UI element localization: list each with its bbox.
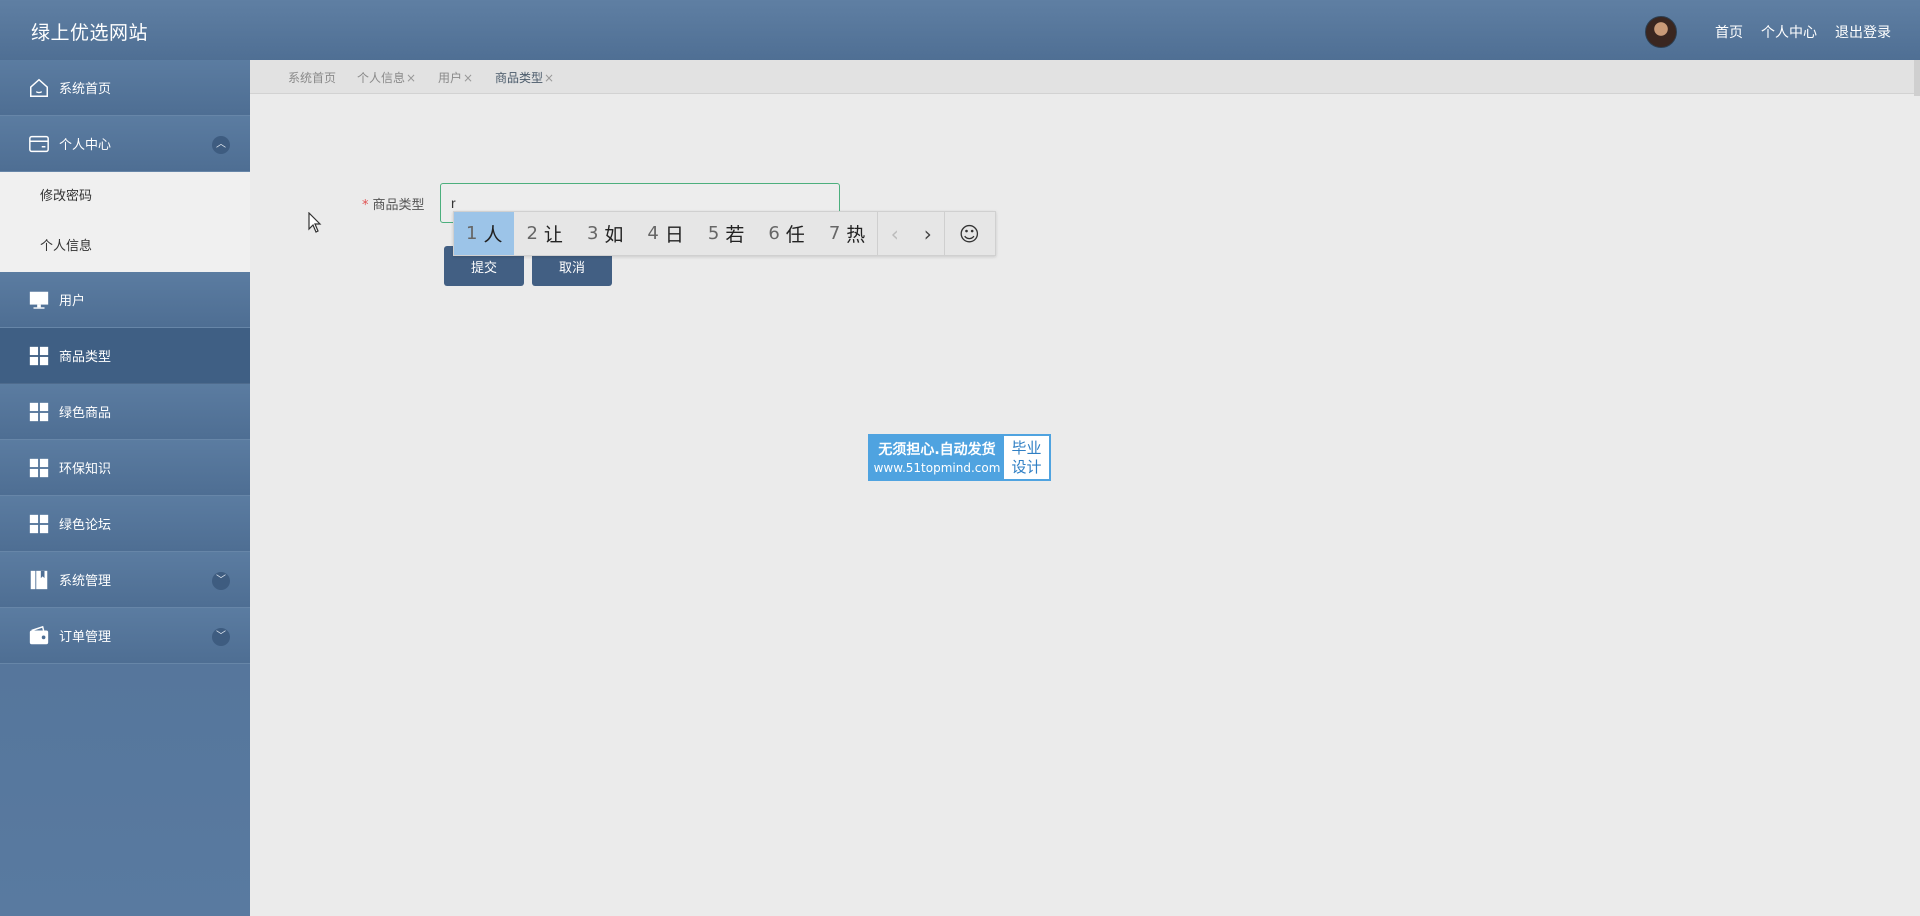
ime-candidate[interactable]: 5若 [696,212,756,255]
grid-icon [28,457,50,479]
close-icon[interactable]: × [463,71,473,85]
home-icon [28,77,50,99]
ime-candidate-bar: 1人 2让 3如 4日 5若 6任 7热 ‹ › ☺ [453,211,996,256]
submenu-item-personal-info[interactable]: 个人信息 [0,222,250,272]
mouse-cursor-icon [308,212,322,233]
site-title: 绿上优选网站 [31,22,149,44]
sidebar-item-label: 个人中心 [59,138,112,153]
sidebar-item-label: 环保知识 [59,462,112,477]
watermark-url: www.51topmind.com [873,460,1001,475]
user-avatar[interactable] [1645,16,1677,48]
top-nav: 首页 个人中心 退出登录 [1645,16,1891,48]
tab-system-home[interactable]: 系统首页 [288,69,336,86]
sidebar: 系统首页 个人中心 ︿ 修改密码 个人信息 用户 商品类型 绿色商品 环保知识 [0,60,250,916]
sidebar-item-eco-knowledge[interactable]: 环保知识 [0,440,250,496]
grid-icon [28,513,50,535]
watermark-badge: 无须担心.自动发货 www.51topmind.com 毕业 设计 [868,434,1051,481]
sidebar-item-home[interactable]: 系统首页 [0,60,250,116]
tab-personal-info[interactable]: 个人信息× [357,69,416,86]
chevron-up-icon[interactable]: ︿ [212,136,230,154]
ime-candidate[interactable]: 6任 [756,212,816,255]
top-header: 绿上优选网站 首页 个人中心 退出登录 [0,0,1920,60]
ime-candidate[interactable]: 7热 [817,212,877,255]
sidebar-item-label: 用户 [59,294,86,309]
sidebar-item-green-products[interactable]: 绿色商品 [0,384,250,440]
sidebar-item-label: 绿色商品 [59,406,112,421]
grid-icon [28,401,50,423]
sidebar-item-label: 绿色论坛 [59,518,112,533]
submenu-item-change-password[interactable]: 修改密码 [0,172,250,222]
sidebar-item-label: 订单管理 [59,630,112,645]
watermark-slogan: 无须担心.自动发货 [878,441,996,458]
ime-candidate[interactable]: 3如 [575,212,635,255]
logout-link[interactable]: 退出登录 [1835,22,1891,42]
tabs-bar: 系统首页 个人信息× 用户× 商品类型× [250,60,1920,94]
ime-next-page-icon[interactable]: › [911,212,944,255]
sidebar-item-green-forum[interactable]: 绿色论坛 [0,496,250,552]
product-type-label: * 商品类型 [362,198,425,213]
book-icon [28,569,50,591]
purse-icon [28,625,50,647]
sidebar-item-personal-center[interactable]: 个人中心 ︿ [0,116,250,172]
wallet-icon [28,133,50,155]
required-mark: * [362,198,369,213]
chevron-down-icon[interactable]: ﹀ [212,628,230,646]
tab-product-type[interactable]: 商品类型× [495,69,554,86]
sidebar-item-product-type[interactable]: 商品类型 [0,328,250,384]
submenu-personal-center: 修改密码 个人信息 [0,172,250,272]
personal-center-link[interactable]: 个人中心 [1761,22,1817,42]
ime-candidate[interactable]: 1人 [454,212,515,255]
close-icon[interactable]: × [406,71,416,85]
watermark-right: 毕业 设计 [1011,438,1042,476]
ime-candidate[interactable]: 2让 [514,212,574,255]
grid-icon [28,345,50,367]
tab-users[interactable]: 用户× [438,69,473,86]
sidebar-item-label: 系统首页 [59,82,112,97]
emoji-icon[interactable]: ☺ [945,212,993,255]
sidebar-item-label: 系统管理 [59,574,112,589]
sidebar-item-system-management[interactable]: 系统管理 ﹀ [0,552,250,608]
monitor-icon [28,289,50,311]
close-icon[interactable]: × [544,71,554,85]
watermark-left: 无须担心.自动发货 www.51topmind.com [870,436,1004,479]
sidebar-item-label: 商品类型 [59,350,112,365]
ime-prev-page-icon[interactable]: ‹ [878,212,911,255]
chevron-down-icon[interactable]: ﹀ [212,572,230,590]
sidebar-item-users[interactable]: 用户 [0,272,250,328]
sidebar-item-order-management[interactable]: 订单管理 ﹀ [0,608,250,664]
home-link[interactable]: 首页 [1715,22,1743,42]
ime-candidate[interactable]: 4日 [635,212,695,255]
scrollbar[interactable] [1914,60,1920,96]
